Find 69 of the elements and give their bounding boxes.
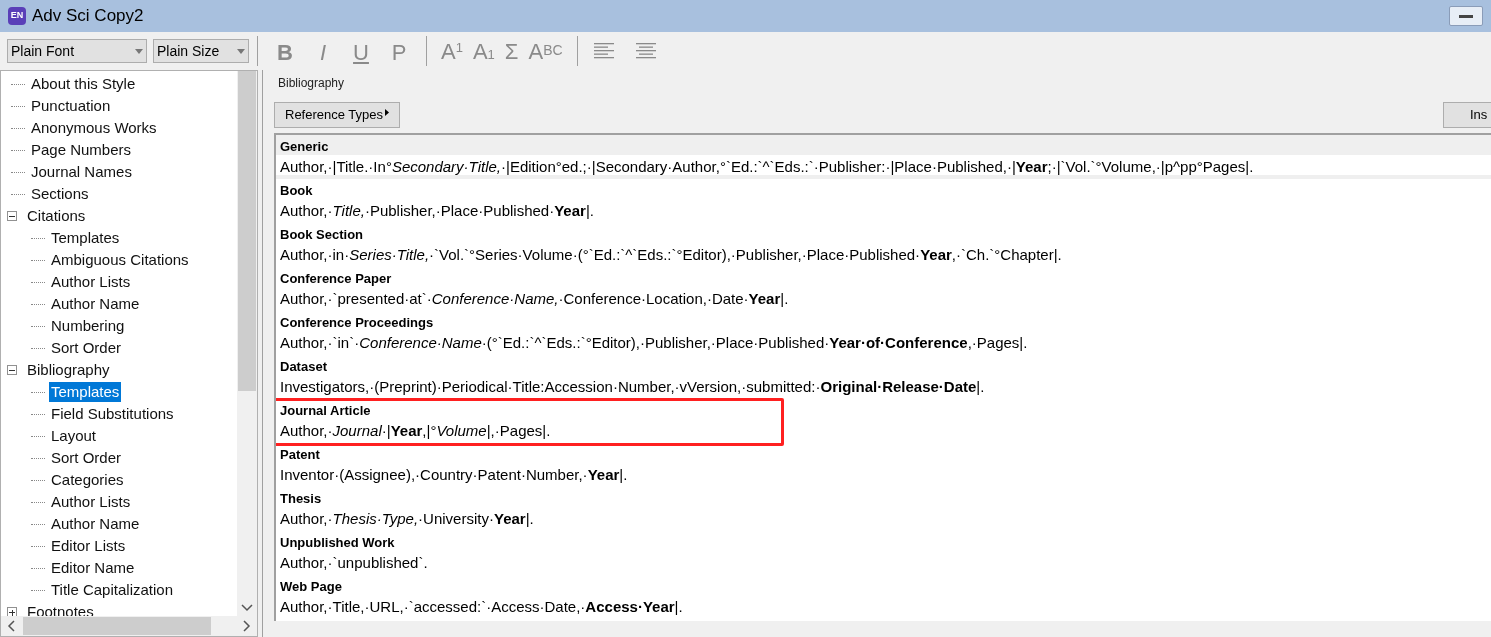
tree-item[interactable]: Page Numbers: [29, 140, 134, 160]
template-line[interactable]: Author,·Journal·|Year,|°Volume|,·Pages|.: [276, 419, 1491, 443]
scroll-right-icon[interactable]: [243, 620, 251, 632]
tree-item[interactable]: Editor Lists: [49, 536, 128, 556]
font-dropdown[interactable]: Plain Font: [7, 39, 147, 63]
reference-type-heading: Thesis: [279, 490, 323, 507]
reference-type-heading: Unpublished Work: [279, 534, 396, 551]
tree-item[interactable]: Journal Names: [29, 162, 134, 182]
template-line[interactable]: Author,·Thesis·Type,·University·Year|.: [276, 507, 1491, 531]
tree-item[interactable]: Categories: [49, 470, 126, 490]
tree-item[interactable]: About this Style: [29, 74, 138, 94]
template-line[interactable]: Investigators,·(Preprint)·Periodical·Title:Accession·Number,·vVersion,·submitted:·Original·Release·Date|.: [276, 375, 1491, 399]
tree-item[interactable]: Title Capitalization: [49, 580, 175, 600]
scrollbar-thumb[interactable]: [23, 617, 211, 635]
tree-item[interactable]: Templates: [49, 382, 122, 402]
tree-item[interactable]: Field Substitutions: [49, 404, 176, 424]
app-logo-icon: EN: [8, 7, 26, 25]
reference-type-heading: Conference Proceedings: [279, 314, 435, 331]
vertical-scrollbar[interactable]: [237, 71, 257, 616]
reference-type-heading: Dataset: [279, 358, 328, 375]
tree-item[interactable]: Author Name: [49, 514, 142, 534]
tree-item[interactable]: Ambiguous Citations: [49, 250, 191, 270]
minimize-button[interactable]: [1449, 6, 1483, 26]
reference-type-heading: Conference Paper: [279, 270, 393, 287]
tree-item[interactable]: Templates: [49, 228, 122, 248]
tree-item[interactable]: Anonymous Works: [29, 118, 159, 138]
reference-types-button[interactable]: Reference Types: [274, 102, 401, 128]
minimize-icon: [1459, 14, 1473, 18]
tree-item[interactable]: Author Lists: [49, 272, 133, 292]
tree-item[interactable]: Sort Order: [49, 338, 124, 358]
tree-item[interactable]: Author Name: [49, 294, 142, 314]
align-center-icon[interactable]: [635, 43, 656, 59]
reference-type-heading: Journal Article: [279, 402, 372, 419]
align-left-icon[interactable]: [593, 43, 614, 59]
submenu-arrow-icon: [385, 109, 390, 116]
group-label: Bibliography: [278, 75, 346, 92]
template-line[interactable]: Author,·in·Series·Title,·`Vol.`°Series·Volume·(°`Ed.:`^`Eds.:`°Editor),·Publisher,·Place·Published·Year,·`Ch.`°Chapter|.: [276, 243, 1491, 267]
reference-type-heading: Generic: [276, 135, 1491, 155]
window-title: Adv Sci Copy2: [32, 5, 144, 28]
tree-item[interactable]: Bibliography: [25, 360, 112, 380]
size-dropdown[interactable]: Plain Size: [153, 39, 249, 63]
template-line[interactable]: Author,·Title,·URL,·`accessed:`·Access·Date,·Access·Year|.: [276, 595, 1491, 619]
scroll-down-icon[interactable]: [241, 604, 253, 612]
template-line[interactable]: Author,·|Title.·In°Secondary·Title,·|Edition°ed.;·|Secondary·Author,°`Ed.:`^`Eds.:`·Publisher:·|Place·Published,·|Year;·|`Vol.`°Volume,·|p^pp°Pages|.: [276, 155, 1491, 179]
template-line[interactable]: Inventor·(Assignee),·Country·Patent·Number,·Year|.: [276, 463, 1491, 487]
template-line[interactable]: Author,·`presented·at`·Conference·Name,·Conference·Location,·Date·Year|.: [276, 287, 1491, 311]
insert-button[interactable]: Ins: [1443, 102, 1491, 128]
collapse-icon[interactable]: [7, 365, 17, 375]
tree-item[interactable]: Punctuation: [29, 96, 113, 116]
reference-type-heading: Book Section: [279, 226, 365, 243]
tree-item[interactable]: Numbering: [49, 316, 127, 336]
caret-icon: [135, 48, 143, 54]
reference-type-heading: Book: [279, 182, 314, 199]
scrollbar-thumb[interactable]: [238, 71, 256, 391]
horizontal-scrollbar[interactable]: [1, 616, 257, 636]
tree-item[interactable]: Citations: [25, 206, 88, 226]
reference-type-heading: Web Page: [279, 578, 343, 595]
collapse-icon[interactable]: [7, 211, 17, 221]
tree-item[interactable]: Editor Name: [49, 558, 137, 578]
scroll-left-icon[interactable]: [7, 620, 15, 632]
tree-item[interactable]: Author Lists: [49, 492, 133, 512]
tree-item[interactable]: Sort Order: [49, 448, 124, 468]
template-line[interactable]: Author,·`unpublished`.: [276, 551, 1491, 575]
reference-type-heading: Patent: [279, 446, 321, 463]
template-line[interactable]: Author,·Title,·Publisher,·Place·Published·Year|.: [276, 199, 1491, 223]
caret-icon: [237, 48, 245, 54]
tree-item[interactable]: Sections: [29, 184, 91, 204]
tree-item[interactable]: Layout: [49, 426, 99, 446]
template-line[interactable]: Author,·`in`·Conference·Name·(°`Ed.:`^`Eds.:`°Editor),·Publisher,·Place·Published·Year·of·Conference,·Pages|.: [276, 331, 1491, 355]
